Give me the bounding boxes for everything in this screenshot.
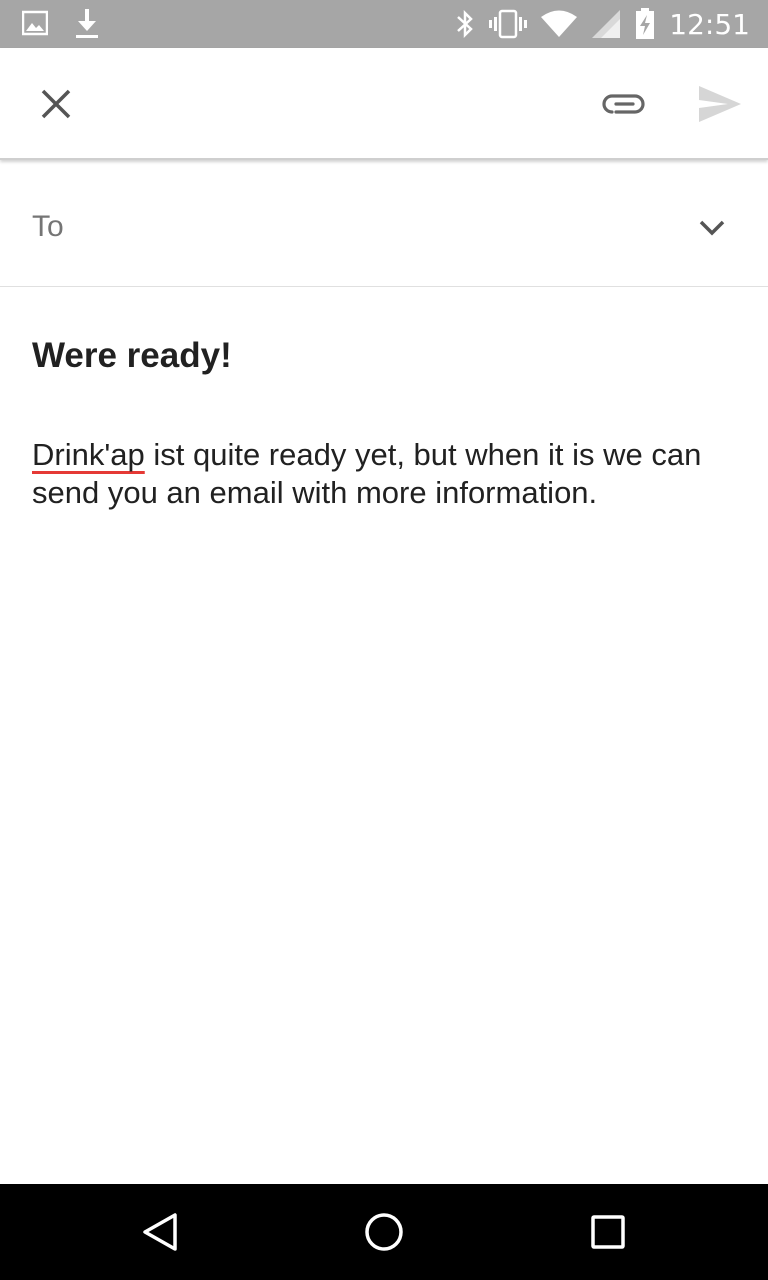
wifi-icon (541, 10, 578, 37)
bluetooth-icon (457, 9, 474, 39)
close-button[interactable] (28, 76, 84, 132)
to-field-row: To (0, 162, 768, 287)
send-button[interactable] (690, 76, 750, 132)
compose-toolbar (0, 48, 768, 160)
chevron-down-icon (699, 220, 725, 236)
status-bar: 12:51 (0, 0, 768, 48)
battery-charging-icon (636, 8, 655, 39)
close-icon (41, 89, 71, 119)
expand-recipients-button[interactable] (686, 202, 738, 254)
subject-field[interactable]: Were ready! (32, 336, 732, 376)
back-button[interactable] (130, 1202, 190, 1262)
send-icon (699, 86, 741, 122)
misspelled-word[interactable]: Drink'ap (32, 437, 145, 472)
attach-button[interactable] (596, 76, 652, 132)
body-field[interactable]: Drink'ap ist quite ready yet, but when i… (32, 436, 742, 512)
paperclip-icon (602, 94, 645, 114)
back-triangle-icon (143, 1213, 177, 1251)
to-input[interactable] (90, 202, 670, 252)
navigation-bar (0, 1184, 768, 1280)
vibrate-icon (489, 9, 528, 39)
to-label: To (32, 210, 64, 243)
recents-button[interactable] (578, 1202, 638, 1262)
home-circle-icon (365, 1213, 403, 1251)
image-icon (22, 10, 48, 36)
signal-icon (592, 10, 621, 38)
recents-square-icon (591, 1215, 625, 1249)
status-clock: 12:51 (669, 7, 750, 41)
download-icon (76, 9, 98, 38)
home-button[interactable] (354, 1202, 414, 1262)
